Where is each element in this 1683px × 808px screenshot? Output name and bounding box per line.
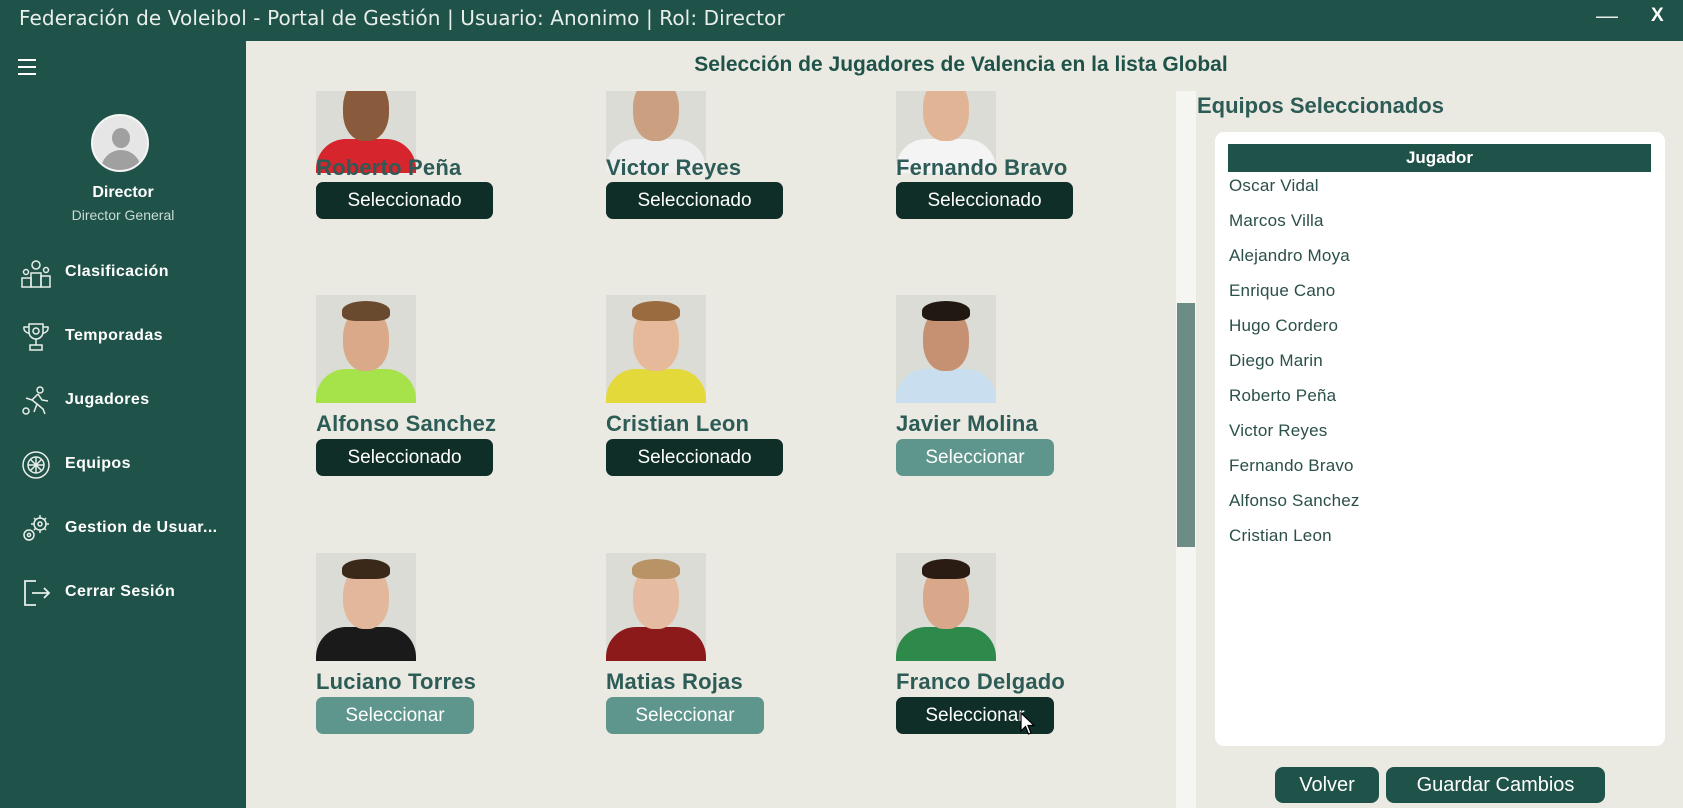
list-item[interactable]: Fernando Bravo: [1229, 456, 1354, 476]
player-card: Franco Delgado Seleccionar: [896, 553, 1136, 753]
sidebar-item-label: Clasificación: [65, 263, 169, 280]
player-select-button[interactable]: Seleccionar: [316, 697, 474, 734]
player-name: Fernando Bravo: [896, 155, 1068, 180]
user-name: Director: [92, 184, 154, 201]
player-photo: [316, 553, 416, 661]
volleyball-icon: [22, 451, 50, 479]
player-select-button[interactable]: Seleccionado: [316, 182, 493, 219]
player-card: Victor Reyes Seleccionado: [606, 91, 846, 291]
player-photo: [606, 295, 706, 403]
scrollbar-thumb[interactable]: [1177, 303, 1195, 547]
selected-teams-title: Equipos Seleccionados: [1197, 93, 1444, 118]
sidebar-item-label: Equipos: [65, 455, 131, 472]
sidebar: Director Director General Clasificación …: [0, 41, 246, 808]
close-button[interactable]: X: [1651, 5, 1664, 27]
minimize-button[interactable]: —: [1596, 3, 1618, 29]
player-photo: [896, 553, 996, 661]
hamburger-menu-icon[interactable]: [18, 59, 40, 77]
sidebar-item-label: Cerrar Sesión: [65, 583, 176, 600]
list-item[interactable]: Enrique Cano: [1229, 281, 1335, 301]
list-item[interactable]: Cristian Leon: [1229, 526, 1332, 546]
player-name: Luciano Torres: [316, 669, 477, 694]
player-name: Cristian Leon: [606, 411, 750, 436]
list-item[interactable]: Diego Marin: [1229, 351, 1323, 371]
user-role: Director General: [71, 207, 175, 223]
player-photo: [316, 295, 416, 403]
player-name: Victor Reyes: [606, 155, 742, 180]
list-item[interactable]: Oscar Vidal: [1229, 176, 1319, 196]
player-select-button[interactable]: Seleccionar: [606, 697, 764, 734]
player-card: Matias Rojas Seleccionar: [606, 553, 846, 753]
player-card: Luciano Torres Seleccionar: [316, 553, 556, 753]
player-select-button[interactable]: Seleccionado: [606, 182, 783, 219]
back-button[interactable]: Volver: [1275, 767, 1379, 803]
window-title: Federación de Voleibol - Portal de Gesti…: [19, 6, 785, 30]
player-photo: [606, 553, 706, 661]
player-card: Cristian Leon Seleccionado: [606, 295, 846, 495]
mouse-cursor-icon: [1020, 712, 1036, 735]
player-card: Alfonso Sanchez Seleccionado: [316, 295, 556, 495]
list-item[interactable]: Victor Reyes: [1229, 421, 1327, 441]
page-title: Selección de Jugadores de Valencia en la…: [694, 53, 1228, 76]
player-select-button[interactable]: Seleccionado: [316, 439, 493, 476]
sidebar-item-label: Gestion de Usuar...: [65, 519, 218, 536]
sidebar-item-gestion-usuarios[interactable]: Gestion de Usuar...: [0, 503, 246, 553]
player-select-button[interactable]: Seleccionado: [896, 182, 1073, 219]
player-grid: Roberto Peña Seleccionado Victor Reyes S…: [246, 91, 1176, 808]
player-name: Alfonso Sanchez: [316, 411, 497, 436]
sidebar-item-clasificacion[interactable]: Clasificación: [0, 247, 246, 297]
player-card: Roberto Peña Seleccionado: [316, 91, 556, 291]
gear-users-icon: [23, 515, 49, 541]
sidebar-item-equipos[interactable]: Equipos: [0, 439, 246, 489]
player-select-button[interactable]: Seleccionado: [606, 439, 783, 476]
sidebar-item-label: Temporadas: [65, 327, 163, 344]
player-name: Franco Delgado: [896, 669, 1066, 694]
podium-icon: [21, 260, 51, 288]
list-item[interactable]: Alejandro Moya: [1229, 246, 1350, 266]
list-item[interactable]: Roberto Peña: [1229, 386, 1336, 406]
title-bar: Federación de Voleibol - Portal de Gesti…: [0, 0, 1683, 41]
save-changes-button[interactable]: Guardar Cambios: [1386, 767, 1605, 803]
player-card: Javier Molina Seleccionar: [896, 295, 1136, 495]
list-item[interactable]: Hugo Cordero: [1229, 316, 1338, 336]
main-content: Selección de Jugadores de Valencia en la…: [246, 41, 1683, 808]
sidebar-item-temporadas[interactable]: Temporadas: [0, 311, 246, 361]
list-item[interactable]: Marcos Villa: [1229, 211, 1324, 231]
player-icon: [22, 386, 49, 415]
logout-icon: [24, 580, 51, 606]
player-card: Fernando Bravo Seleccionado: [896, 91, 1136, 291]
list-item[interactable]: Alfonso Sanchez: [1229, 491, 1360, 511]
player-name: Matias Rojas: [606, 669, 743, 694]
player-photo: [896, 295, 996, 403]
player-name: Javier Molina: [896, 411, 1038, 436]
sidebar-item-cerrar-sesion[interactable]: Cerrar Sesión: [0, 567, 246, 617]
sidebar-item-jugadores[interactable]: Jugadores: [0, 375, 246, 425]
player-name: Roberto Peña: [316, 155, 462, 180]
player-select-button[interactable]: Seleccionar: [896, 439, 1054, 476]
selected-players-list: Jugador Oscar Vidal Marcos Villa Alejand…: [1215, 132, 1665, 746]
trophy-icon: [23, 323, 49, 351]
column-header-jugador[interactable]: Jugador: [1228, 144, 1651, 172]
sidebar-item-label: Jugadores: [65, 391, 150, 408]
avatar: [91, 114, 149, 172]
